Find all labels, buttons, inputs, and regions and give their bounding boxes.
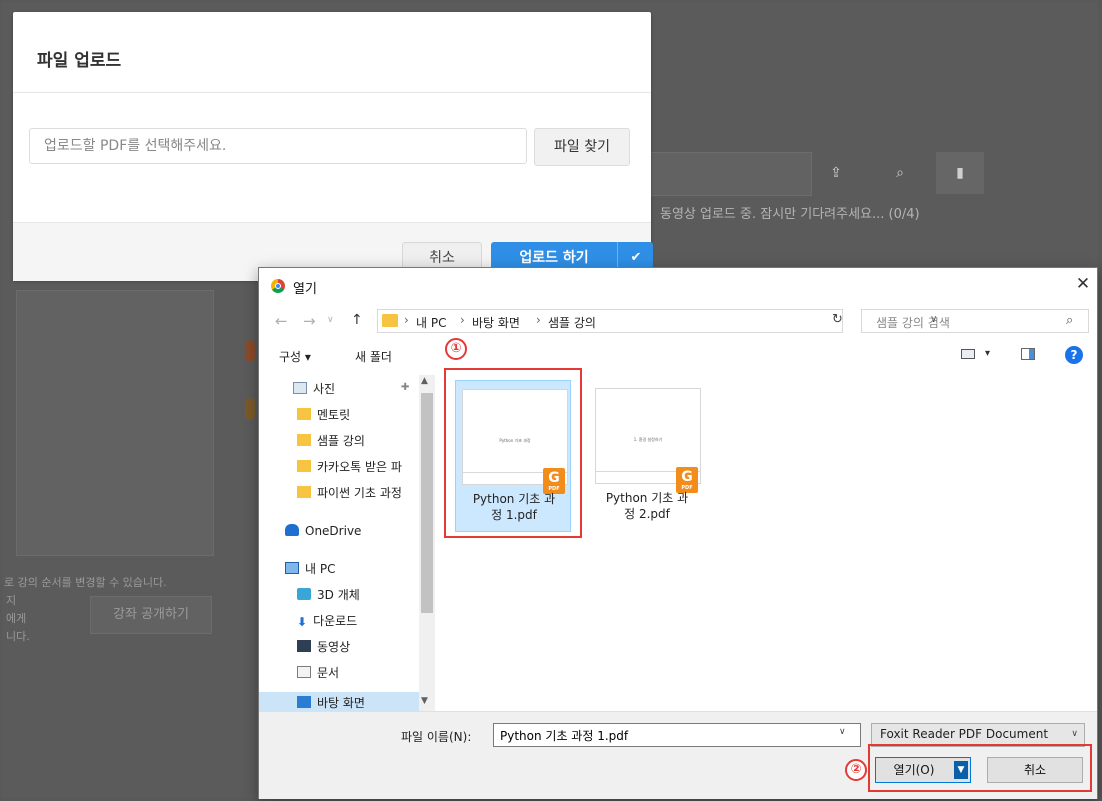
- close-icon[interactable]: ✕: [1073, 274, 1093, 294]
- background-search-field: [650, 152, 812, 196]
- folder-icon: [297, 486, 311, 498]
- nav-item-kakaotalk[interactable]: 카카오톡 받은 파: [297, 458, 402, 482]
- background-line: 지: [6, 594, 17, 607]
- file-type-label: Foxit Reader PDF Document: [880, 727, 1049, 741]
- annotation-number-1: ①: [445, 338, 467, 360]
- annotation-number-2: ②: [845, 759, 867, 781]
- folder-icon: [297, 434, 311, 446]
- nav-item-label: 샘플 강의: [317, 434, 365, 448]
- nav-item-downloads[interactable]: ⬇ 다운로드: [297, 612, 357, 636]
- chevron-down-icon[interactable]: ∨: [839, 727, 846, 737]
- nav-item-label: 바탕 화면: [317, 696, 365, 710]
- download-icon: ⬇: [297, 615, 308, 629]
- search-icon: ⌕: [1066, 313, 1074, 328]
- thumbnail-text: 1. 환경 설정하기: [633, 437, 663, 442]
- nav-item-this-pc[interactable]: 내 PC: [285, 560, 335, 584]
- new-folder-button[interactable]: 새 폴더: [355, 348, 392, 365]
- search-icon: ⌕: [896, 165, 904, 181]
- folder-icon: [297, 460, 311, 472]
- refresh-icon[interactable]: ↻: [832, 312, 843, 327]
- nav-scrollbar-thumb[interactable]: [421, 393, 433, 613]
- background-line: 니다.: [6, 630, 30, 643]
- background-card: [16, 290, 214, 556]
- breadcrumb-separator: ›: [404, 313, 409, 327]
- publish-course-button: 강좌 공개하기: [90, 596, 212, 634]
- forward-arrow-icon[interactable]: →: [303, 312, 316, 330]
- file-name-line: 정 2.pdf: [624, 507, 670, 521]
- file-item[interactable]: 1. 환경 설정하기 G PDF Python 기초 과 정 2.pdf: [589, 380, 705, 532]
- nav-item-label: 사진: [313, 382, 336, 396]
- chevron-down-icon[interactable]: ▾: [985, 348, 990, 359]
- preview-pane-icon[interactable]: [1021, 348, 1035, 360]
- modal-title: 파일 업로드: [37, 51, 122, 71]
- nav-item-label: 동영상: [317, 640, 351, 654]
- nav-item-label: 멘토릿: [317, 408, 351, 422]
- video-icon: [297, 640, 311, 652]
- upload-modal: 파일 업로드 파일 찾기 취소 업로드 하기 ✔: [13, 12, 653, 281]
- breadcrumb-separator: ›: [536, 313, 541, 327]
- document-icon: [297, 666, 311, 678]
- 3d-objects-icon: [297, 588, 311, 600]
- reorder-hint: 로 강의 순서를 변경할 수 있습니다.: [4, 576, 167, 589]
- breadcrumb-item[interactable]: 내 PC: [416, 314, 446, 331]
- annotation-box-step2: [868, 744, 1092, 792]
- nav-item-3d-objects[interactable]: 3D 개체: [297, 586, 360, 610]
- nav-item-videos[interactable]: 동영상: [297, 638, 350, 662]
- background-avatar: [245, 340, 255, 362]
- file-name-line: Python 기초 과: [605, 491, 689, 505]
- trash-icon: ▮: [936, 152, 984, 194]
- scroll-up-icon[interactable]: ▲: [421, 376, 428, 386]
- background-avatar: [245, 398, 255, 420]
- nav-item-mentorit[interactable]: 멘토릿: [297, 406, 350, 430]
- breadcrumb-separator: ›: [460, 313, 465, 327]
- help-icon[interactable]: ?: [1065, 346, 1083, 364]
- chevron-down-icon: ∨: [1071, 729, 1078, 739]
- pc-icon: [285, 562, 299, 574]
- chrome-icon: [271, 279, 285, 293]
- nav-item-sample-lecture[interactable]: 샘플 강의: [297, 432, 365, 456]
- background-line: 에게: [6, 612, 27, 625]
- filename-input[interactable]: [493, 723, 861, 747]
- dialog-title: 열기: [293, 282, 317, 297]
- nav-item-documents[interactable]: 문서: [297, 664, 339, 688]
- nav-item-label: OneDrive: [305, 524, 362, 538]
- nav-item-label: 내 PC: [305, 562, 336, 576]
- up-arrow-icon[interactable]: ↑: [351, 312, 363, 328]
- recent-chevron-down-icon[interactable]: ∨: [327, 315, 334, 325]
- view-options-icon[interactable]: [961, 349, 975, 359]
- desktop-icon: [297, 696, 311, 708]
- folder-icon: [382, 314, 398, 327]
- nav-item-label: 카카오톡 받은 파: [317, 460, 402, 474]
- photo-icon: [293, 382, 307, 394]
- nav-item-label: 3D 개체: [317, 588, 360, 602]
- organize-menu[interactable]: 구성 ▾: [279, 348, 311, 365]
- breadcrumb-item[interactable]: 바탕 화면: [472, 314, 520, 331]
- nav-item-photos[interactable]: 사진: [293, 380, 335, 404]
- nav-item-onedrive[interactable]: OneDrive: [285, 524, 361, 548]
- upload-icon: ⇪: [830, 165, 842, 181]
- pdf-file-input[interactable]: [29, 128, 527, 164]
- cloud-icon: [285, 524, 299, 536]
- folder-icon: [297, 408, 311, 420]
- nav-item-label: 파이썬 기초 과정: [317, 486, 402, 500]
- folder-search-input[interactable]: 샘플 강의 검색 ⌕: [861, 309, 1089, 333]
- find-file-button[interactable]: 파일 찾기: [534, 128, 630, 166]
- pin-icon[interactable]: ✚: [401, 382, 409, 393]
- file-name: Python 기초 과 정 2.pdf: [589, 490, 705, 522]
- nav-item-label: 다운로드: [313, 614, 358, 628]
- nav-item-label: 문서: [317, 666, 340, 680]
- scroll-down-icon[interactable]: ▼: [421, 696, 428, 706]
- breadcrumb-item[interactable]: 샘플 강의: [548, 314, 596, 331]
- back-arrow-icon[interactable]: ←: [275, 312, 288, 330]
- nav-item-python-basics[interactable]: 파이썬 기초 과정: [297, 484, 402, 508]
- address-bar[interactable]: › 내 PC › 바탕 화면 › 샘플 강의 ∨: [377, 309, 937, 333]
- filename-label: 파일 이름(N):: [401, 730, 472, 744]
- annotation-box-step1: [444, 368, 582, 538]
- search-placeholder: 샘플 강의 검색: [876, 316, 950, 330]
- upload-status-text: 동영상 업로드 중. 잠시만 기다려주세요... (0/4): [660, 207, 920, 222]
- divider: [13, 92, 651, 93]
- open-file-dialog: 열기 ✕ ← → ∨ ↑ › 내 PC › 바탕 화면 › 샘플 강의 ∨ ↻ …: [258, 267, 1098, 799]
